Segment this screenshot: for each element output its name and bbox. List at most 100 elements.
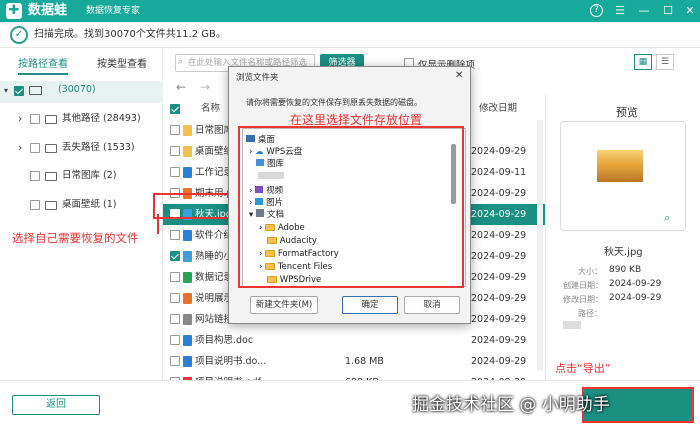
new-folder-button[interactable]: 新建文件夹(M) xyxy=(250,296,318,314)
app-subtitle: 数据恢复专家 xyxy=(86,6,141,16)
tree-node-label: 文档 xyxy=(266,210,284,220)
tab-by-path-label: 按路径查看 xyxy=(18,59,68,75)
tree-node-label: Adobe xyxy=(277,223,305,233)
col-name-header[interactable]: 名称 xyxy=(201,100,220,118)
row-checkbox[interactable] xyxy=(170,125,180,135)
tree-item-daily-gallery[interactable]: 日常图库 (2) xyxy=(0,166,163,186)
ok-button[interactable]: 确定 xyxy=(342,296,398,314)
file-icon xyxy=(183,272,192,283)
modified-label: 修改日期： xyxy=(563,295,603,304)
dialog-close-icon[interactable]: ✕ xyxy=(455,70,463,81)
tree-scrollbar[interactable] xyxy=(451,144,456,204)
path-label: 路径： xyxy=(578,309,602,318)
tree-node-docs[interactable]: ▾ 文档 xyxy=(249,209,284,221)
tree-node-gallery[interactable]: 图库 xyxy=(256,158,284,170)
tree-node-desktop[interactable]: 桌面 xyxy=(246,134,275,146)
tab-by-type[interactable]: 按类型查看 xyxy=(97,58,147,72)
row-checkbox[interactable] xyxy=(170,230,180,240)
row-checkbox[interactable] xyxy=(170,335,180,345)
table-row[interactable]: 项目说明书.do... 1.68 MB 2024-09-29 xyxy=(163,351,545,372)
list-view-icon[interactable]: ☰ xyxy=(656,54,674,70)
tree-item-desktop-wallpaper[interactable]: 桌面壁纸 (1) xyxy=(0,195,163,215)
tree-item-label: 日常图库 (2) xyxy=(62,170,117,181)
file-date: 2024-09-29 xyxy=(471,314,527,325)
zoom-icon[interactable]: ⌕ xyxy=(664,211,670,225)
row-checkbox[interactable] xyxy=(170,251,180,261)
tree-node-label: FormatFactory xyxy=(277,249,339,259)
file-scrollbar[interactable] xyxy=(537,120,543,370)
folder-icon xyxy=(45,201,57,210)
tree-checkbox[interactable] xyxy=(30,114,40,124)
redacted-node xyxy=(258,172,284,179)
tree-node-formatfactory[interactable]: › FormatFactory xyxy=(259,248,339,260)
tree-item-label: 桌面壁纸 (1) xyxy=(62,199,117,210)
tree-root-count: (30070) xyxy=(58,84,96,95)
row-checkbox[interactable] xyxy=(170,167,180,177)
back-button[interactable]: 返回 xyxy=(12,395,100,415)
file-date: 2024-09-11 xyxy=(471,167,527,178)
tree-node-label: 视频 xyxy=(266,186,284,196)
close-icon[interactable]: ✕ xyxy=(682,3,698,19)
file-date: 2024-09-29 xyxy=(471,188,527,199)
grid-view-icon[interactable]: ▦ xyxy=(634,54,652,70)
tree-node-pictures[interactable]: › 图片 xyxy=(249,197,283,209)
menu-icon[interactable]: ☰ xyxy=(612,3,628,19)
file-icon xyxy=(183,251,192,262)
preview-title: 预览 xyxy=(616,106,638,119)
tree-node-wps[interactable]: › ☁ WPS云盘 xyxy=(249,146,302,158)
tree-item-other-paths[interactable]: › 其他路径 (28493) xyxy=(0,109,163,129)
annotation-arrow xyxy=(157,214,159,234)
folder-icon xyxy=(45,172,57,181)
table-row[interactable]: 项目构思.doc 2024-09-29 xyxy=(163,330,545,351)
tree-node-label: 图库 xyxy=(267,159,285,169)
help-icon[interactable]: ? xyxy=(590,4,603,17)
maximize-icon[interactable]: ☐ xyxy=(660,3,676,19)
row-checkbox[interactable] xyxy=(170,356,180,366)
tree-node-audacity[interactable]: Audacity xyxy=(267,235,317,247)
folder-icon xyxy=(265,263,276,270)
tree-node-label: WPS云盘 xyxy=(266,147,303,157)
folder-icon xyxy=(265,224,276,231)
file-icon xyxy=(183,356,192,367)
folder-icon xyxy=(183,125,192,136)
tree-checkbox[interactable] xyxy=(30,171,40,181)
file-icon xyxy=(183,314,192,325)
tab-by-path[interactable]: 按路径查看 xyxy=(18,58,68,75)
created-value: 2024-09-29 xyxy=(609,279,662,289)
size-label: 大小： xyxy=(578,267,602,276)
tree-node-video[interactable]: › 视频 xyxy=(249,185,283,197)
forward-arrow-icon[interactable]: → xyxy=(200,80,210,94)
tree-node-label: Audacity xyxy=(279,236,317,246)
select-all-checkbox[interactable] xyxy=(170,104,180,114)
annotation-choose-file: 选择自己需要恢复的文件 xyxy=(12,231,139,245)
col-date-header[interactable]: 修改日期 xyxy=(479,100,517,118)
file-size: 1.68 MB xyxy=(345,356,384,367)
tree-checkbox[interactable] xyxy=(30,200,40,210)
annotation-click-export: 点击“导出” xyxy=(555,362,611,375)
folder-icon xyxy=(267,237,277,244)
drive-icon xyxy=(29,86,42,95)
file-icon xyxy=(183,230,192,241)
row-checkbox[interactable] xyxy=(170,146,180,156)
watermark: 掘金技术社区 @ 小明助手 xyxy=(412,395,610,415)
row-checkbox[interactable] xyxy=(170,293,180,303)
search-icon: ⌕ xyxy=(178,57,184,67)
tree-node-label: 桌面 xyxy=(258,135,276,145)
row-checkbox[interactable] xyxy=(170,272,180,282)
tree-item-lost-paths[interactable]: › 丢失路径 (1533) xyxy=(0,138,163,158)
row-checkbox[interactable] xyxy=(170,314,180,324)
minimize-icon[interactable]: — xyxy=(636,3,652,19)
preview-image xyxy=(597,150,643,182)
tree-node-tencent[interactable]: › Tencent Files xyxy=(259,261,332,273)
tree-node-adobe[interactable]: › Adobe xyxy=(259,222,305,234)
expand-icon[interactable]: ▾ xyxy=(4,86,8,95)
file-date: 2024-09-29 xyxy=(471,335,527,346)
app-logo-icon: ✚ xyxy=(6,3,22,19)
back-arrow-icon[interactable]: ← xyxy=(176,80,186,94)
cancel-button[interactable]: 取消 xyxy=(404,296,460,314)
tree-checkbox[interactable] xyxy=(30,143,40,153)
root-checkbox[interactable] xyxy=(14,86,24,96)
file-date: 2024-09-29 xyxy=(471,230,527,241)
tree-node-wpsdrive[interactable]: WPSDrive xyxy=(267,274,321,286)
file-icon xyxy=(183,293,192,304)
